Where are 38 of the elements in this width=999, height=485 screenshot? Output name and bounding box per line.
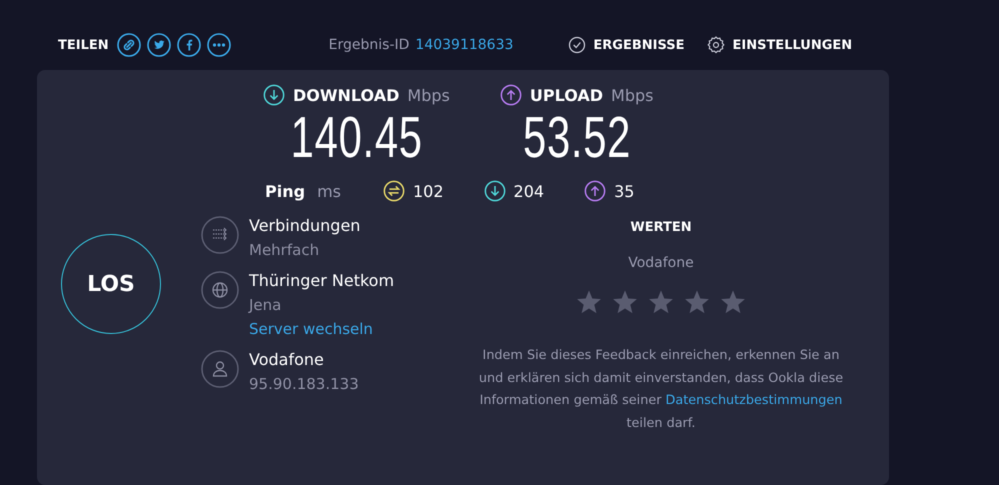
unit-label: ms: [317, 182, 341, 200]
connection-title: Vodafone: [249, 350, 325, 369]
connection-title: Thüringer Netkom: [249, 271, 394, 290]
check-circle-icon: [567, 35, 588, 55]
connection-detail: Mehrfach: [249, 241, 320, 259]
more-icon[interactable]: [206, 33, 231, 57]
person-icon: [201, 350, 239, 388]
ping-label: Ping: [265, 182, 306, 200]
unit-label: Mbps: [611, 86, 654, 104]
speed-label: DOWNLOAD: [293, 86, 400, 104]
go-button[interactable]: LOS: [61, 234, 161, 334]
result-id[interactable]: 14039118633: [415, 37, 514, 53]
lines-arrows-icon: [201, 216, 239, 254]
result-label: Ergebnis-ID: [328, 37, 410, 53]
exchange-icon: [382, 180, 405, 202]
link-icon[interactable]: [116, 33, 141, 57]
change-server-link[interactable]: Server wechseln: [249, 320, 394, 338]
unit-label: Mbps: [407, 86, 450, 104]
nav-button[interactable]: EINSTELLUNGEN: [706, 35, 852, 55]
nav-button[interactable]: ERGEBNISSE: [567, 35, 684, 55]
settings-icon: [706, 35, 726, 55]
speed-label: UPLOAD: [530, 86, 604, 104]
bird-icon[interactable]: [146, 33, 171, 57]
rating-title: WERTEN: [630, 220, 692, 235]
ping-value: 102: [412, 182, 444, 200]
connection-detail: 95.90.183.133: [249, 375, 359, 393]
connection-detail: Jena: [249, 296, 282, 314]
f-icon[interactable]: [176, 33, 201, 57]
provider-name: Vodafone: [628, 255, 694, 271]
connection-title: Verbindungen: [249, 216, 360, 235]
globe-icon: [201, 271, 239, 309]
ping-value: 204: [514, 182, 544, 200]
share-label: TEILEN: [58, 38, 109, 52]
speed-value: 53.52: [522, 108, 631, 168]
privacy-link[interactable]: Datenschutzbestimmungen: [666, 393, 842, 408]
consent-notice: Indem Sie dieses Feedback einreichen, erkennen Sie an und erklären sich damit einverstanden, dass Ookla diese Informationen gemäß seiner Datenschutzbestimmungen teilen darf.: [478, 347, 844, 432]
ping-value: 35: [614, 182, 634, 200]
speed-value: 140.45: [290, 108, 422, 168]
